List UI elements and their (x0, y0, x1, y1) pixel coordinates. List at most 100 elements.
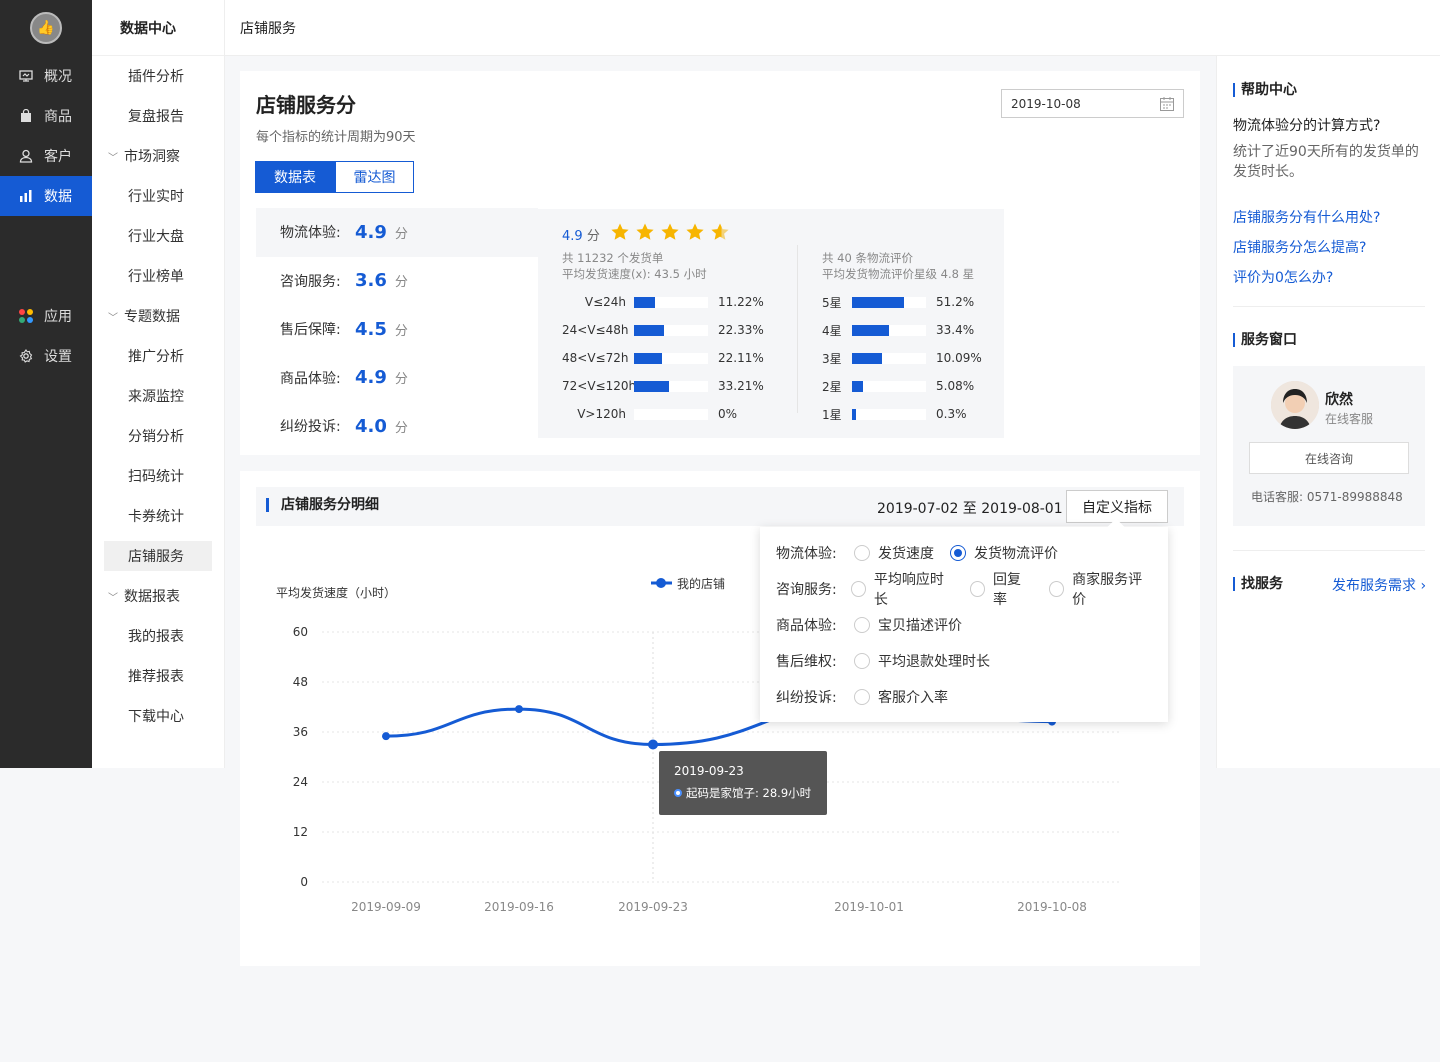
rail-item-label: 设置 (44, 349, 72, 365)
subnav-item-download[interactable]: 下载中心 (104, 701, 212, 731)
y-tick-label: 48 (293, 675, 308, 689)
metric-label: 售后保障: (280, 322, 341, 339)
subnav-item-dist[interactable]: 分销分析 (104, 421, 212, 451)
help-title: 帮助中心 (1233, 83, 1297, 97)
date-value: 2019-10-08 (1011, 96, 1081, 111)
help-panel: 帮助中心 物流体验分的计算方式? 统计了近90天所有的发货单的发货时长。 店铺服… (1216, 56, 1440, 768)
custom-metric-button[interactable]: 自定义指标 (1066, 490, 1168, 523)
rail-item-goods[interactable]: 商品 (0, 96, 92, 136)
subnav-title: 数据中心 (92, 0, 224, 56)
y-tick-label: 0 (300, 875, 308, 889)
radio-option[interactable]: 平均退款处理时长 (854, 651, 990, 671)
metric-label: 商品体验: (280, 370, 341, 387)
radio-option[interactable]: 客服介入率 (854, 687, 948, 707)
subnav-item-recommend[interactable]: 推荐报表 (104, 661, 212, 691)
rail-item-overview[interactable]: 概况 (0, 56, 92, 96)
rail-item-settings[interactable]: 设置 (0, 336, 92, 376)
bar-row: 24<V≤48h 22.33% (562, 322, 764, 338)
metric-label: 纠纷投诉: (280, 419, 341, 436)
x-tick-label: 2019-10-08 (1017, 900, 1087, 914)
subnav-item-rank[interactable]: 行业榜单 (104, 261, 212, 291)
bar-track (634, 408, 708, 420)
radio-option[interactable]: 回复率 (969, 569, 1033, 609)
date-picker[interactable]: 2019-10-08 (1001, 89, 1184, 118)
star-icon (636, 223, 654, 240)
subnav-item-source[interactable]: 来源监控 (104, 381, 212, 411)
thumbs-up-logo-icon[interactable]: 👍 (30, 12, 62, 44)
bar-fill (634, 352, 663, 364)
radio-option[interactable]: 平均响应时长 (850, 569, 954, 609)
subnav-item-coupon[interactable]: 卡券统计 (104, 501, 212, 531)
tab-radar[interactable]: 雷达图 (335, 161, 414, 193)
bar-fill (634, 324, 664, 336)
popover-row: 物流体验: 发货速度 发货物流评价 (776, 543, 1074, 563)
subnav-item-overview[interactable]: 行业大盘 (104, 221, 212, 251)
avg-rating: 平均发货物流评价星级 4.8 星 (822, 267, 975, 281)
metric-row[interactable]: 咨询服务: 3.6 分 (256, 257, 538, 306)
monitor-icon (18, 68, 34, 84)
subnav-item-scan[interactable]: 扫码统计 (104, 461, 212, 491)
calendar-icon (1159, 96, 1175, 115)
bar-track (852, 324, 926, 336)
popover-row-label: 售后维权: (776, 654, 837, 670)
help-link-improve[interactable]: 店铺服务分怎么提高? (1233, 237, 1366, 257)
bar-label: 24<V≤48h (562, 323, 629, 337)
bar-row: 72<V≤120h 33.21% (562, 378, 764, 394)
bar-percent: 22.11% (718, 351, 764, 365)
rail-item-label: 数据 (44, 189, 72, 205)
bar-label: 2星 (822, 379, 842, 394)
subnav-item-store[interactable]: 店铺服务 (104, 541, 212, 571)
radio-icon (950, 545, 966, 561)
popover-row: 商品体验: 宝贝描述评价 (776, 615, 978, 635)
radio-option[interactable]: 宝贝描述评价 (854, 615, 962, 635)
service-card: 欣然 在线客服 在线咨询 电话客服: 0571-89988848 (1233, 366, 1425, 526)
radio-option[interactable]: 发货速度 (854, 543, 934, 563)
star-icon (686, 223, 704, 240)
radio-label: 回复率 (993, 572, 1021, 608)
subnav-group-topic[interactable]: ﹀ 专题数据 (104, 301, 212, 331)
post-service-link[interactable]: 发布服务需求 › (1332, 575, 1426, 595)
subnav-item-promo[interactable]: 推广分析 (104, 341, 212, 371)
chart-tooltip: 2019-09-23 起码是家馆子: 28.9小时 (659, 751, 827, 815)
bar-percent: 33.21% (718, 379, 764, 393)
metric-unit: 分 (394, 226, 408, 242)
user-icon (18, 148, 34, 164)
bar-track (852, 408, 926, 420)
radio-option[interactable]: 商家服务评价 (1048, 569, 1152, 609)
subnav-group-market[interactable]: ﹀ 市场洞察 (104, 141, 212, 171)
radio-icon (854, 653, 870, 669)
popover-row: 售后维权: 平均退款处理时长 (776, 651, 1006, 671)
y-tick-label: 24 (293, 775, 308, 789)
metric-row[interactable]: 售后保障: 4.5 分 (256, 305, 538, 354)
order-count: 共 11232 个发货单 (562, 251, 664, 265)
agent-name: 欣然 (1325, 392, 1353, 408)
popover-row-label: 物流体验: (776, 546, 837, 562)
bar-percent: 51.2% (936, 295, 975, 309)
metric-row[interactable]: 纠纷投诉: 4.0 分 (256, 402, 538, 451)
subnav-item-review[interactable]: 复盘报告 (104, 101, 212, 131)
subnav-group-reports[interactable]: ﹀ 数据报表 (104, 581, 212, 611)
metric-value: 4.5 (355, 318, 387, 340)
bar-fill (852, 408, 857, 420)
radio-option[interactable]: 发货物流评价 (950, 543, 1058, 563)
subnav-item-plugin[interactable]: 插件分析 (104, 61, 212, 91)
bar-row: 3星 10.09% (822, 350, 982, 366)
bar-track (852, 380, 926, 392)
help-link-usage[interactable]: 店铺服务分有什么用处? (1233, 207, 1380, 227)
subnav-item-mine[interactable]: 我的报表 (104, 621, 212, 651)
tab-table[interactable]: 数据表 (255, 161, 335, 193)
rail-item-data[interactable]: 数据 (0, 176, 92, 216)
rail-item-apps[interactable]: 应用 (0, 296, 92, 336)
metric-row[interactable]: 物流体验: 4.9 分 (256, 208, 538, 257)
help-link-zero[interactable]: 评价为0怎么办? (1233, 267, 1333, 287)
metric-row[interactable]: 商品体验: 4.9 分 (256, 354, 538, 403)
popover-row: 咨询服务: 平均响应时长 回复率 商家服务评价 (776, 572, 1168, 608)
bar-track (634, 352, 708, 364)
bar-row: V>120h 0% (562, 406, 737, 422)
online-consult-button[interactable]: 在线咨询 (1249, 442, 1409, 474)
subnav-item-realtime[interactable]: 行业实时 (104, 181, 212, 211)
radio-icon (1048, 581, 1065, 597)
bar-label: V≤24h (584, 295, 626, 309)
rail-item-customers[interactable]: 客户 (0, 136, 92, 176)
metric-unit: 分 (394, 275, 408, 291)
